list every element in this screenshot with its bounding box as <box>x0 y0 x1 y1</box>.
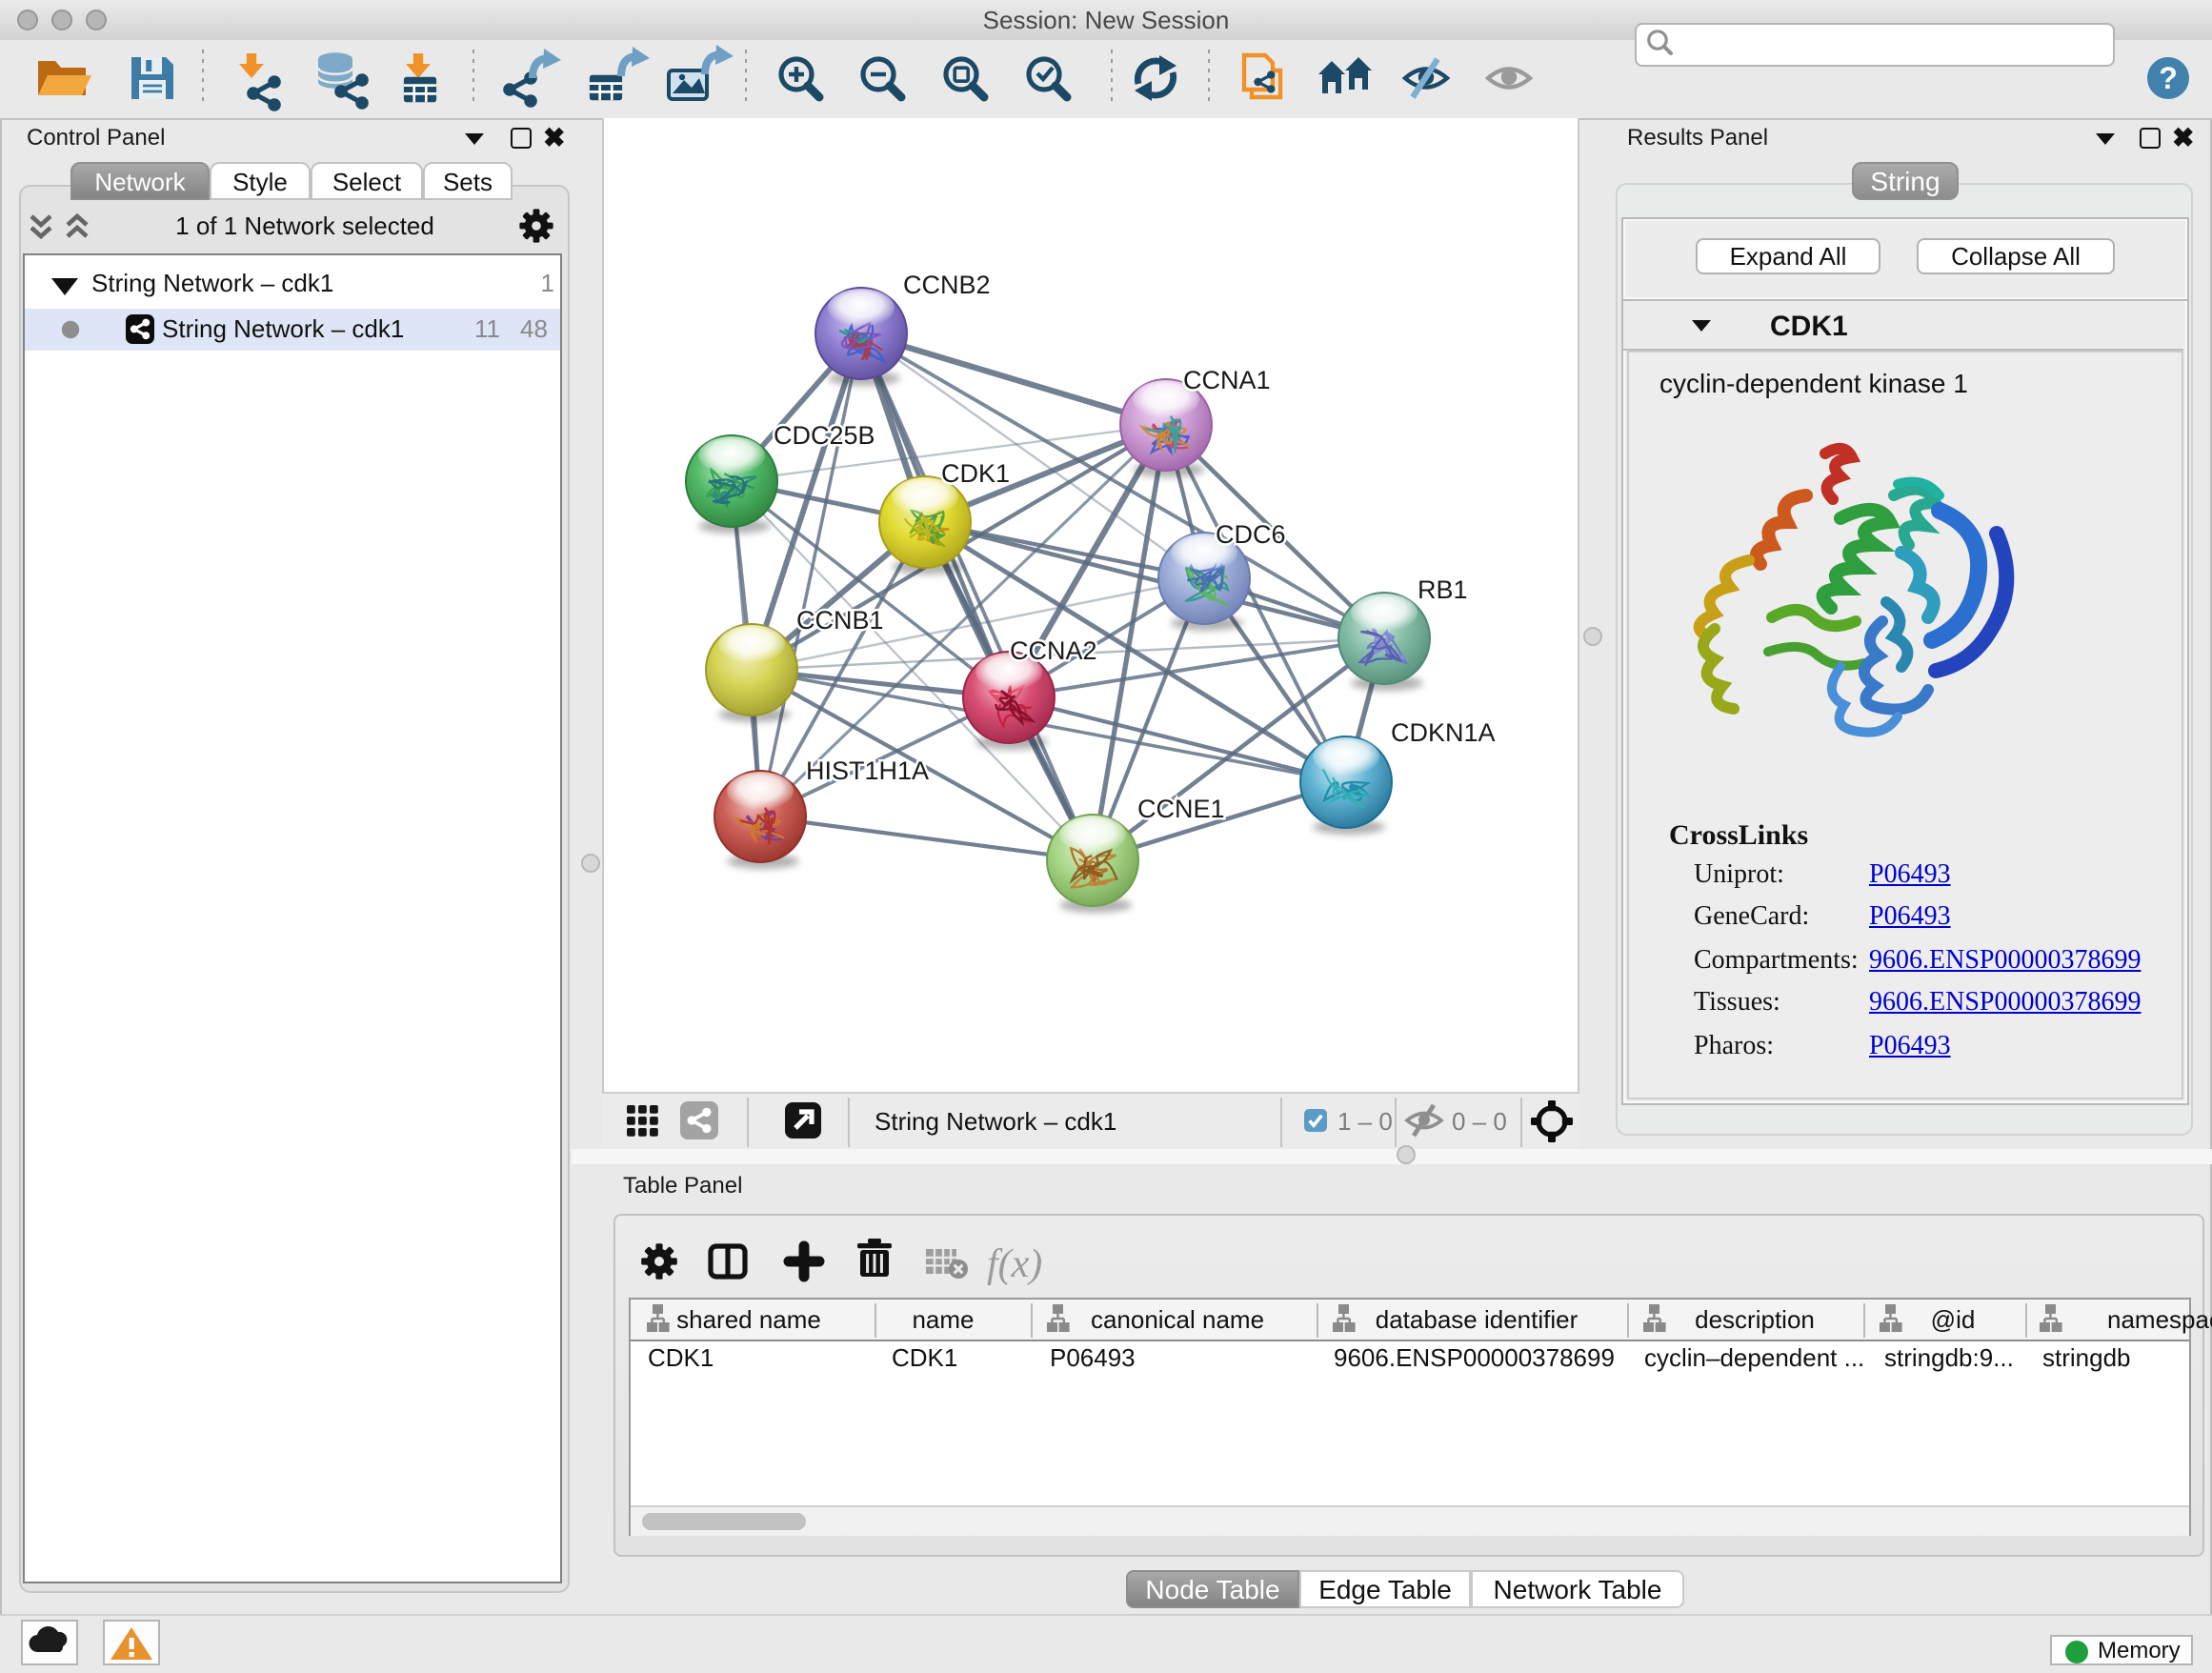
svg-text:CDK1: CDK1 <box>941 459 1010 488</box>
svg-text:CCNA1: CCNA1 <box>1183 366 1271 394</box>
svg-text:CCNA2: CCNA2 <box>1010 636 1097 665</box>
svg-text:?: ? <box>2159 61 2178 95</box>
svg-text:HIST1H1A: HIST1H1A <box>806 756 929 785</box>
svg-text:CDKN1A: CDKN1A <box>1391 718 1496 747</box>
svg-text:CDC6: CDC6 <box>1216 520 1286 549</box>
svg-text:CCNE1: CCNE1 <box>1137 795 1225 823</box>
svg-text:CCNB2: CCNB2 <box>903 271 991 299</box>
svg-text:CDC25B: CDC25B <box>774 421 875 450</box>
svg-text:RB1: RB1 <box>1418 575 1468 604</box>
svg-text:CCNB1: CCNB1 <box>796 606 884 635</box>
svg-text:f(x): f(x) <box>987 1242 1042 1286</box>
